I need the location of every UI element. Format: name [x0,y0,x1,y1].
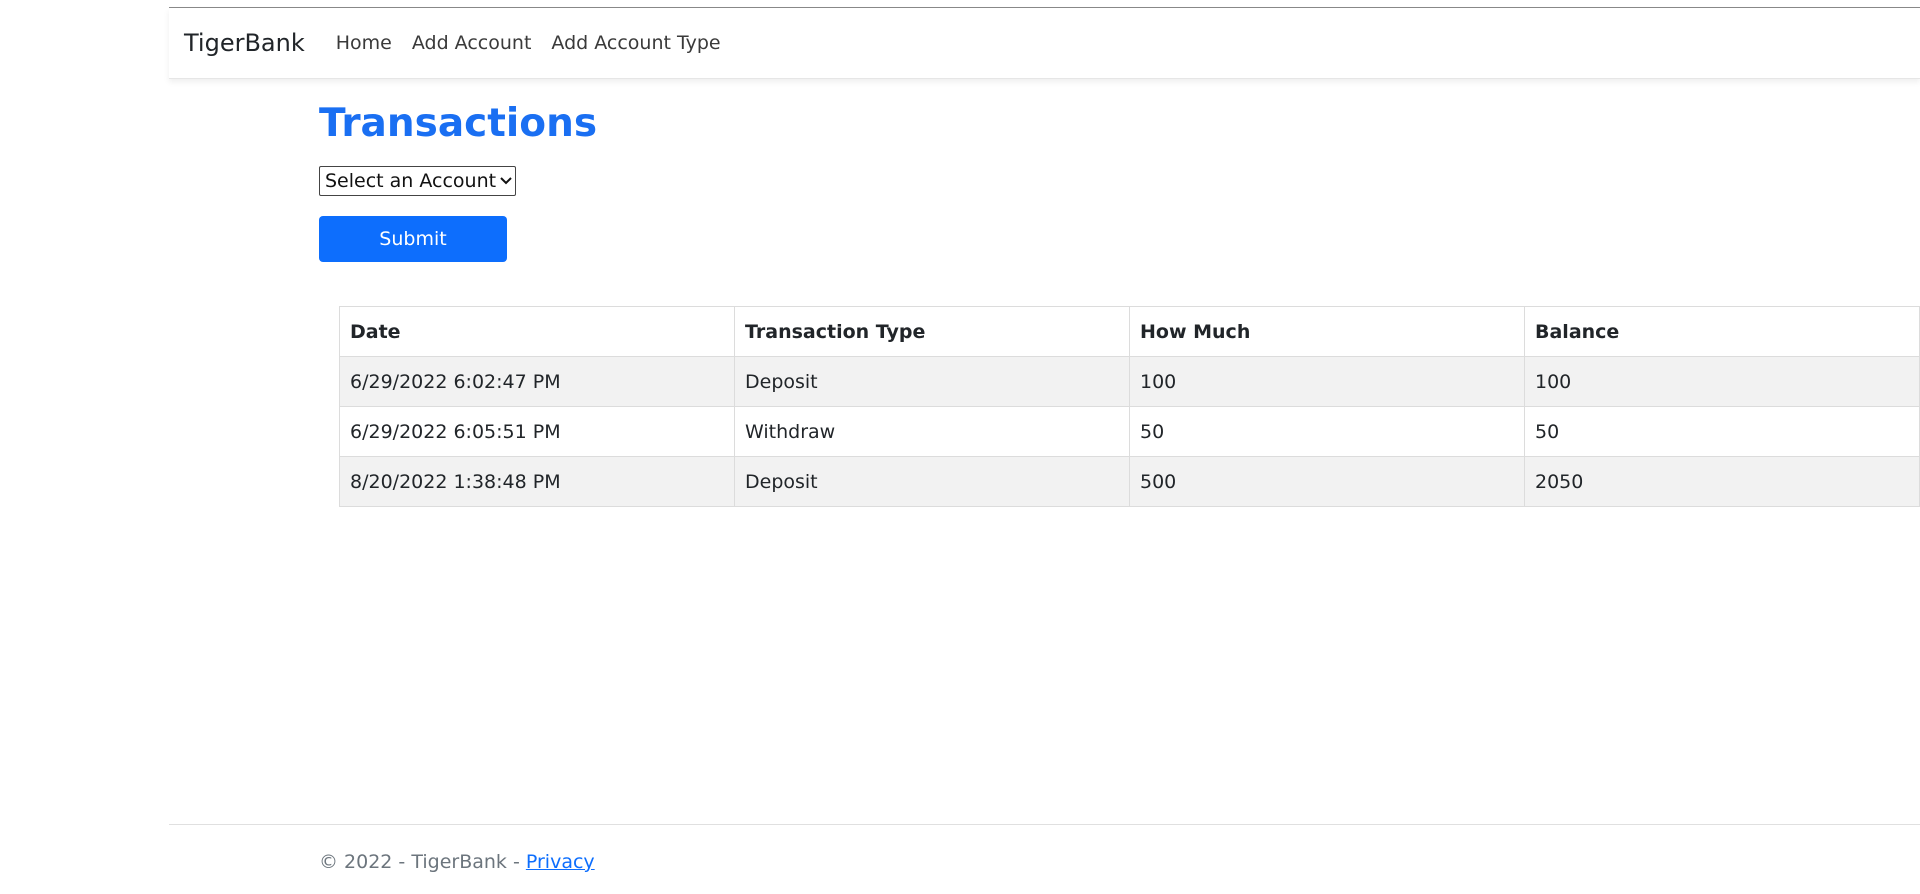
cell-transaction-type: Deposit [734,456,1130,507]
page-title: Transactions [319,101,598,146]
column-header-transaction-type: Transaction Type [734,306,1130,357]
table-row: 8/20/2022 1:38:48 PM Deposit 500 2050 [339,456,1920,507]
main-content: Transactions Select an Account Submit [319,78,1920,262]
account-select-value: Select an Account [325,169,497,192]
privacy-link[interactable]: Privacy [526,851,595,873]
brand-link[interactable]: TigerBank [184,29,305,57]
cell-how-much: 50 [1129,406,1525,457]
navbar: TigerBank Home Add Account Add Account T… [169,8,1920,79]
chevron-down-icon [500,173,512,189]
footer: © 2022 - TigerBank - Privacy [319,851,595,873]
page: TigerBank Home Add Account Add Account T… [0,0,1920,894]
column-header-balance: Balance [1524,306,1920,357]
table-row: 6/29/2022 6:05:51 PM Withdraw 50 50 [339,406,1920,457]
footer-copyright: © 2022 - TigerBank - [319,851,526,873]
cell-how-much: 500 [1129,456,1525,507]
nav-link-add-account[interactable]: Add Account [412,32,532,54]
cell-balance: 2050 [1524,456,1920,507]
cell-how-much: 100 [1129,356,1525,407]
table-row: 6/29/2022 6:02:47 PM Deposit 100 100 [339,356,1920,407]
cell-date: 6/29/2022 6:02:47 PM [339,356,735,407]
cell-balance: 100 [1524,356,1920,407]
table-header-row: Date Transaction Type How Much Balance [339,306,1920,357]
transactions-table: Date Transaction Type How Much Balance 6… [339,306,1920,507]
account-select[interactable]: Select an Account [319,165,517,196]
cell-balance: 50 [1524,406,1920,457]
cell-date: 6/29/2022 6:05:51 PM [339,406,735,457]
footer-divider [169,824,1920,825]
nav-link-home[interactable]: Home [336,32,392,54]
submit-button[interactable]: Submit [319,215,507,262]
nav-link-add-account-type[interactable]: Add Account Type [551,32,720,54]
column-header-how-much: How Much [1129,306,1525,357]
cell-transaction-type: Withdraw [734,406,1130,457]
cell-transaction-type: Deposit [734,356,1130,407]
column-header-date: Date [339,306,735,357]
cell-date: 8/20/2022 1:38:48 PM [339,456,735,507]
